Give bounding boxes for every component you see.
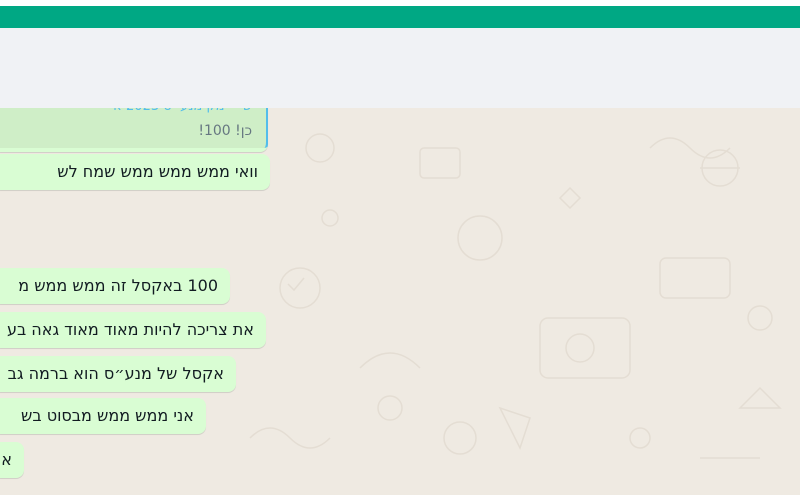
message-bubble[interactable]: את צריכה להיות מאוד מאוד גאה בע: [0, 312, 266, 348]
conversation-header: [0, 28, 800, 108]
message-bubble[interactable]: וואי ממש ממש ממש שמח לש: [0, 154, 270, 190]
message-bubble[interactable]: א: [0, 442, 24, 478]
quoted-message[interactable]: ש׳ - מק מנע״ס 2023 א כן! 100!: [0, 108, 268, 148]
quoted-message-text: כן! 100!: [198, 123, 252, 139]
quoted-message-author: ש׳ - מק מנע״ס 2023 א: [113, 108, 252, 118]
chat-area: ש׳ - מק מנע״ס 2023 א כן! 100! וואי ממש מ…: [0, 108, 800, 495]
quoted-message-bubble[interactable]: ש׳ - מק מנע״ס 2023 א כן! 100!: [0, 108, 268, 152]
message-bubble[interactable]: 100 באקסל זה ממש ממש מ: [0, 268, 230, 304]
message-bubble[interactable]: אני ממש ממש מבסוט בש: [0, 398, 206, 434]
message-bubble[interactable]: אקסל של מנע״ס הוא ברמה גב: [0, 356, 236, 392]
app-accent-bar: [0, 6, 800, 28]
